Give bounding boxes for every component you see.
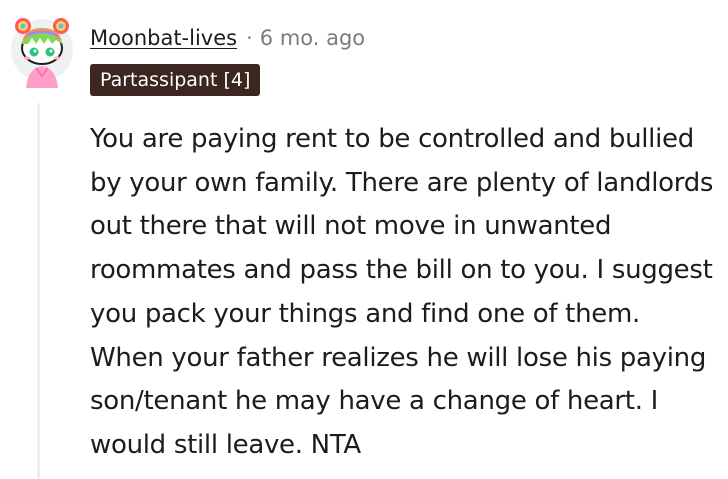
meta-separator: · xyxy=(246,26,253,50)
thread-collapse-line[interactable] xyxy=(37,103,40,479)
comment: Moonbat-lives · 6 mo. ago Partassipant [… xyxy=(0,0,728,479)
comment-body: You are paying rent to be controlled and… xyxy=(90,124,714,460)
comment-timestamp[interactable]: 6 mo. ago xyxy=(260,26,365,50)
user-flair-badge: Partassipant [4] xyxy=(90,64,261,96)
comment-meta: Moonbat-lives · 6 mo. ago xyxy=(90,22,365,54)
username-link[interactable]: Moonbat-lives xyxy=(90,26,237,50)
snoo-avatar-rainbow-hair-icon xyxy=(11,18,73,88)
user-avatar[interactable] xyxy=(10,10,74,90)
